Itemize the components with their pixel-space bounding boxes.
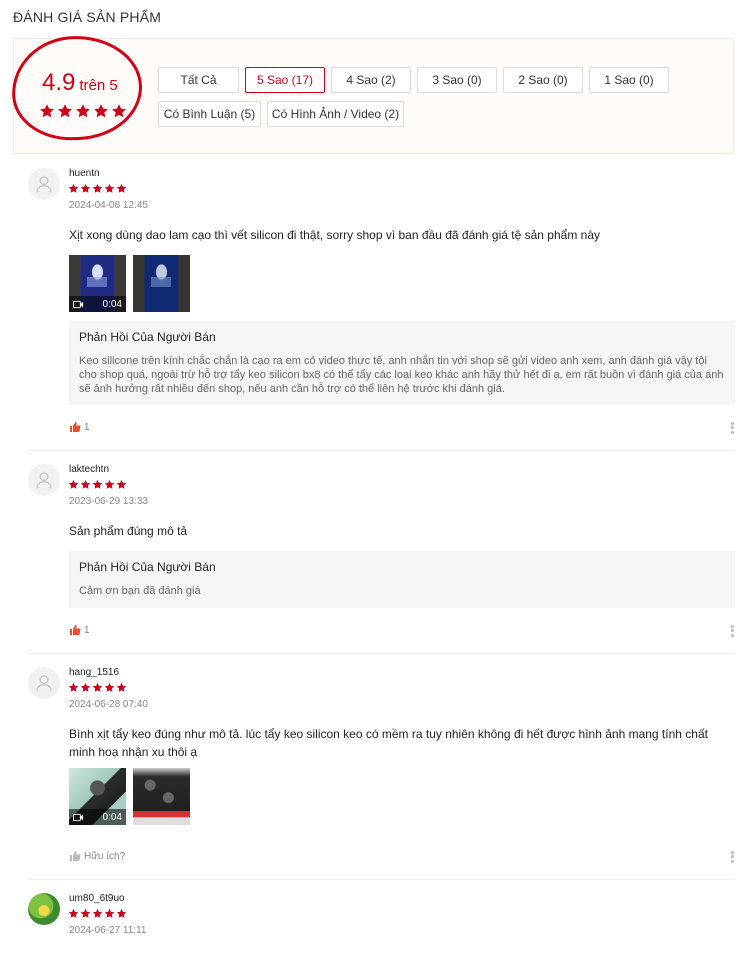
review-username: um80_6t9uo <box>69 893 125 904</box>
more-options-icon[interactable] <box>731 849 735 864</box>
seller-reply: Phản Hồi Của Người Bán Cảm ơn bạn đã đán… <box>69 551 735 608</box>
star-icon <box>116 908 127 919</box>
star-icon <box>68 183 79 194</box>
review-stars <box>68 183 127 194</box>
rating-overview: 4.9 trên 5 Tất Cả 5 Sao (17) 4 Sao (2) 3 … <box>10 33 734 154</box>
review-date: 2024-06-27 11:11 <box>69 925 147 936</box>
star-icon <box>80 183 91 194</box>
video-duration: 0:04 <box>102 811 122 823</box>
score-value: 4.9 <box>42 69 76 96</box>
star-icon <box>116 682 127 693</box>
filter-1-star[interactable]: 1 Sao (0) <box>589 67 669 93</box>
seller-reply-title: Phản Hồi Của Người Bán <box>79 560 216 574</box>
review-media: 0:04 <box>69 768 190 825</box>
video-bar: 0:04 <box>69 809 126 825</box>
user-icon <box>34 673 54 693</box>
thumbs-up-icon <box>69 850 81 862</box>
avatar <box>28 464 60 496</box>
review-image-thumbnail[interactable] <box>133 255 190 312</box>
seller-reply: Phản Hồi Của Người Bán Keo silicone trên… <box>69 321 735 405</box>
review-media: 0:04 <box>69 255 190 312</box>
review-date: 2023-06-29 13:33 <box>69 496 148 507</box>
star-icon <box>57 103 73 119</box>
star-icon <box>104 183 115 194</box>
star-icon <box>116 183 127 194</box>
review-username: laktechtn <box>69 464 110 475</box>
review-item: um80_6t9uo 2024-06-27 11:11 <box>28 893 735 955</box>
star-icon <box>104 908 115 919</box>
user-icon <box>34 174 54 194</box>
star-icon <box>80 908 91 919</box>
avatar <box>28 168 60 200</box>
review-stars <box>68 682 127 693</box>
review-stars <box>68 479 127 490</box>
star-icon <box>104 479 115 490</box>
star-icon <box>92 908 103 919</box>
star-icon <box>80 682 91 693</box>
seller-reply-title: Phản Hồi Của Người Bán <box>79 330 216 344</box>
review-stars <box>68 908 127 919</box>
video-duration: 0:04 <box>102 298 122 310</box>
helpful-button[interactable]: Hữu ích? <box>69 850 125 862</box>
filter-2-star[interactable]: 2 Sao (0) <box>503 67 583 93</box>
filter-4-star[interactable]: 4 Sao (2) <box>331 67 411 93</box>
filter-3-star[interactable]: 3 Sao (0) <box>417 67 497 93</box>
review-video-thumbnail[interactable]: 0:04 <box>69 768 126 825</box>
video-camera-icon <box>73 300 84 309</box>
score-suffix: trên 5 <box>79 77 118 94</box>
star-icon <box>116 479 127 490</box>
star-icon <box>93 103 109 119</box>
review-username: huentn <box>69 168 100 179</box>
filter-with-comment[interactable]: Có Bình Luận (5) <box>158 101 261 127</box>
like-button[interactable]: 1 <box>69 421 90 433</box>
thumbs-up-icon <box>69 624 81 636</box>
thumbs-up-icon <box>69 421 81 433</box>
star-icon <box>68 682 79 693</box>
star-icon <box>111 103 127 119</box>
like-count: 1 <box>84 624 90 636</box>
review-text: Xịt xong dùng dao lam cạo thì vết silico… <box>69 228 600 242</box>
review-item: hang_1516 2024-06-28 07:40 Bình xịt tẩy … <box>28 667 735 880</box>
filter-with-media[interactable]: Có Hình Ảnh / Video (2) <box>267 101 404 127</box>
review-text: Bình xịt tẩy keo đúng như mô tả. lúc tẩy… <box>69 727 708 759</box>
score-stars <box>39 103 127 119</box>
star-icon <box>92 183 103 194</box>
filter-all[interactable]: Tất Cả <box>158 67 239 93</box>
star-icon <box>80 479 91 490</box>
seller-reply-text: Keo silicone trên kính chắc chắn là cạo … <box>79 355 724 395</box>
helpful-label: Hữu ích? <box>84 850 126 862</box>
review-username: hang_1516 <box>69 667 120 678</box>
review-video-thumbnail[interactable]: 0:04 <box>69 255 126 312</box>
video-bar: 0:04 <box>69 296 126 312</box>
review-image-thumbnail[interactable] <box>133 768 190 825</box>
video-camera-icon <box>73 813 84 822</box>
like-button[interactable]: 1 <box>69 624 90 636</box>
review-item: laktechtn 2023-06-29 13:33 Sản phẩm đúng… <box>28 464 735 654</box>
more-options-icon[interactable] <box>731 623 735 638</box>
star-icon <box>104 682 115 693</box>
star-icon <box>75 103 91 119</box>
seller-reply-text: Cảm ơn bạn đã đánh giá <box>79 585 201 597</box>
section-title: ĐÁNH GIÁ SẢN PHẨM <box>13 9 162 25</box>
avatar <box>28 893 60 925</box>
star-icon <box>39 103 55 119</box>
star-icon <box>92 479 103 490</box>
more-options-icon[interactable] <box>731 420 735 435</box>
review-date: 2024-04-08 12:45 <box>69 200 148 211</box>
user-icon <box>34 470 54 490</box>
avatar <box>28 667 60 699</box>
review-item: huentn 2024-04-08 12:45 Xịt xong dùng da… <box>28 168 735 451</box>
review-date: 2024-06-28 07:40 <box>69 699 148 710</box>
average-score: 4.9 trên 5 <box>42 69 118 97</box>
like-count: 1 <box>84 421 90 433</box>
review-text: Sản phẩm đúng mô tả <box>69 524 188 538</box>
star-icon <box>92 682 103 693</box>
star-icon <box>68 479 79 490</box>
star-icon <box>68 908 79 919</box>
filter-5-star[interactable]: 5 Sao (17) <box>245 67 325 93</box>
